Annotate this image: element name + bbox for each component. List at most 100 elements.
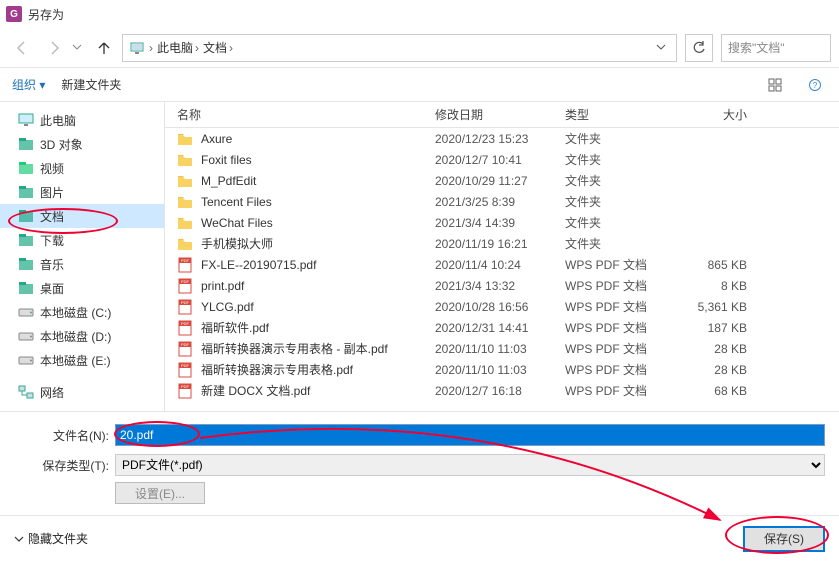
file-name: 福昕转换器演示专用表格 - 副本.pdf	[201, 340, 435, 357]
cube-icon	[18, 136, 34, 152]
header-size[interactable]: 大小	[665, 106, 765, 123]
sidebar-item-label: 图片	[40, 184, 64, 201]
file-row[interactable]: PDFYLCG.pdf2020/10/28 16:56WPS PDF 文档5,3…	[165, 296, 839, 317]
file-row[interactable]: PDF福昕转换器演示专用表格.pdf2020/11/10 11:03WPS PD…	[165, 359, 839, 380]
command-bar: 组织 ▾ 新建文件夹 ?	[0, 68, 839, 102]
file-type: WPS PDF 文档	[565, 319, 665, 336]
view-icons-button[interactable]	[763, 73, 787, 97]
save-form: 文件名(N): 保存类型(T): PDF文件(*.pdf) 设置(E)...	[0, 412, 839, 504]
sidebar-item[interactable]: 图片	[0, 180, 164, 204]
file-date: 2020/12/7 10:41	[435, 153, 565, 167]
file-row[interactable]: PDFprint.pdf2021/3/4 13:32WPS PDF 文档8 KB	[165, 275, 839, 296]
folder-icon	[177, 236, 193, 252]
file-type: 文件夹	[565, 130, 665, 147]
file-row[interactable]: Tencent Files2021/3/25 8:39文件夹	[165, 191, 839, 212]
history-dropdown[interactable]	[72, 41, 86, 55]
file-row[interactable]: PDF福昕转换器演示专用表格 - 副本.pdf2020/11/10 11:03W…	[165, 338, 839, 359]
file-date: 2020/11/10 11:03	[435, 363, 565, 377]
file-row[interactable]: PDF福昕软件.pdf2020/12/31 14:41WPS PDF 文档187…	[165, 317, 839, 338]
file-row[interactable]: PDFFX-LE--20190715.pdf2020/11/4 10:24WPS…	[165, 254, 839, 275]
sidebar-item-label: 3D 对象	[40, 136, 83, 153]
file-date: 2020/10/28 16:56	[435, 300, 565, 314]
doc-icon	[18, 208, 34, 224]
file-date: 2020/12/23 15:23	[435, 132, 565, 146]
sidebar-item[interactable]: 3D 对象	[0, 132, 164, 156]
pc-icon	[129, 40, 145, 56]
help-button[interactable]: ?	[803, 73, 827, 97]
file-name: 福昕软件.pdf	[201, 319, 435, 336]
file-size: 5,361 KB	[665, 300, 765, 314]
sidebar-item[interactable]: 音乐	[0, 252, 164, 276]
desktop-icon	[18, 280, 34, 296]
file-name: M_PdfEdit	[201, 174, 435, 188]
file-date: 2020/12/7 16:18	[435, 384, 565, 398]
file-type: WPS PDF 文档	[565, 340, 665, 357]
app-icon: G	[6, 6, 22, 22]
sidebar-item[interactable]: 本地磁盘 (E:)	[0, 348, 164, 372]
sidebar: 此电脑 3D 对象视频图片文档下载音乐桌面本地磁盘 (C:) 本地磁盘 (D:) 本地…	[0, 102, 165, 411]
sidebar-item[interactable]: 文档	[0, 204, 164, 228]
file-row[interactable]: Foxit files2020/12/7 10:41文件夹	[165, 149, 839, 170]
sidebar-item[interactable]: 下载	[0, 228, 164, 252]
new-folder-button[interactable]: 新建文件夹	[61, 76, 121, 93]
filetype-select[interactable]: PDF文件(*.pdf)	[115, 454, 825, 476]
file-size: 68 KB	[665, 384, 765, 398]
file-row[interactable]: M_PdfEdit2020/10/29 11:27文件夹	[165, 170, 839, 191]
save-button[interactable]: 保存(S)	[743, 526, 825, 552]
sidebar-item[interactable]: 桌面	[0, 276, 164, 300]
sidebar-item-network[interactable]: 网络	[0, 380, 164, 404]
music-icon	[18, 256, 34, 272]
svg-text:PDF: PDF	[181, 321, 190, 326]
file-row[interactable]: WeChat Files2021/3/4 14:39文件夹	[165, 212, 839, 233]
pdf-icon: PDF	[177, 320, 193, 336]
sidebar-item[interactable]: 视频	[0, 156, 164, 180]
folder-icon	[177, 194, 193, 210]
file-type: WPS PDF 文档	[565, 298, 665, 315]
sidebar-item[interactable]: 本地磁盘 (D:)	[0, 324, 164, 348]
sidebar-item-label: 下载	[40, 232, 64, 249]
file-name: Tencent Files	[201, 195, 435, 209]
refresh-button[interactable]	[685, 34, 713, 62]
up-button[interactable]	[90, 34, 118, 62]
header-type[interactable]: 类型	[565, 106, 665, 123]
file-name: 福昕转换器演示专用表格.pdf	[201, 361, 435, 378]
file-row[interactable]: Axure2020/12/23 15:23文件夹	[165, 128, 839, 149]
file-row[interactable]: PDF新建 DOCX 文档.pdf2020/12/7 16:18WPS PDF …	[165, 380, 839, 401]
header-date[interactable]: 修改日期	[435, 106, 565, 123]
sidebar-item[interactable]: 本地磁盘 (C:)	[0, 300, 164, 324]
settings-button[interactable]: 设置(E)...	[115, 482, 205, 504]
pdf-icon: PDF	[177, 278, 193, 294]
sidebar-item[interactable]: 此电脑	[0, 108, 164, 132]
titlebar: G 另存为	[0, 0, 839, 28]
folder-icon	[177, 131, 193, 147]
file-date: 2020/10/29 11:27	[435, 174, 565, 188]
file-date: 2021/3/25 8:39	[435, 195, 565, 209]
forward-button[interactable]	[40, 34, 68, 62]
sidebar-item-label: 本地磁盘 (D:)	[40, 328, 111, 345]
footer: 隐藏文件夹 保存(S)	[0, 515, 839, 561]
filename-input[interactable]	[115, 424, 825, 446]
organize-menu[interactable]: 组织 ▾	[12, 76, 45, 93]
filename-label: 文件名(N):	[14, 427, 109, 444]
file-name: 新建 DOCX 文档.pdf	[201, 382, 435, 399]
network-icon	[18, 384, 34, 400]
file-row[interactable]: 手机模拟大师2020/11/19 16:21文件夹	[165, 233, 839, 254]
file-name: Foxit files	[201, 153, 435, 167]
search-placeholder: 搜索"文档"	[728, 39, 785, 56]
address-bar[interactable]: › 此电脑 › 文档 ›	[122, 34, 677, 62]
file-type: 文件夹	[565, 172, 665, 189]
crumb-folder[interactable]: 文档 ›	[203, 39, 233, 56]
sidebar-item-label: 本地磁盘 (E:)	[40, 352, 111, 369]
address-dropdown-icon[interactable]	[652, 41, 670, 55]
drive-icon	[18, 304, 34, 320]
header-name[interactable]: 名称	[165, 106, 435, 123]
crumb-root[interactable]: 此电脑 ›	[157, 39, 199, 56]
sidebar-item-label: 文档	[40, 208, 64, 225]
svg-text:PDF: PDF	[181, 258, 190, 263]
hide-folders-toggle[interactable]: 隐藏文件夹	[14, 530, 88, 547]
back-button[interactable]	[8, 34, 36, 62]
file-type: 文件夹	[565, 214, 665, 231]
svg-text:PDF: PDF	[181, 384, 190, 389]
search-box[interactable]: 搜索"文档"	[721, 34, 831, 62]
file-list: 名称 修改日期 类型 大小 Axure2020/12/23 15:23文件夹Fo…	[165, 102, 839, 411]
